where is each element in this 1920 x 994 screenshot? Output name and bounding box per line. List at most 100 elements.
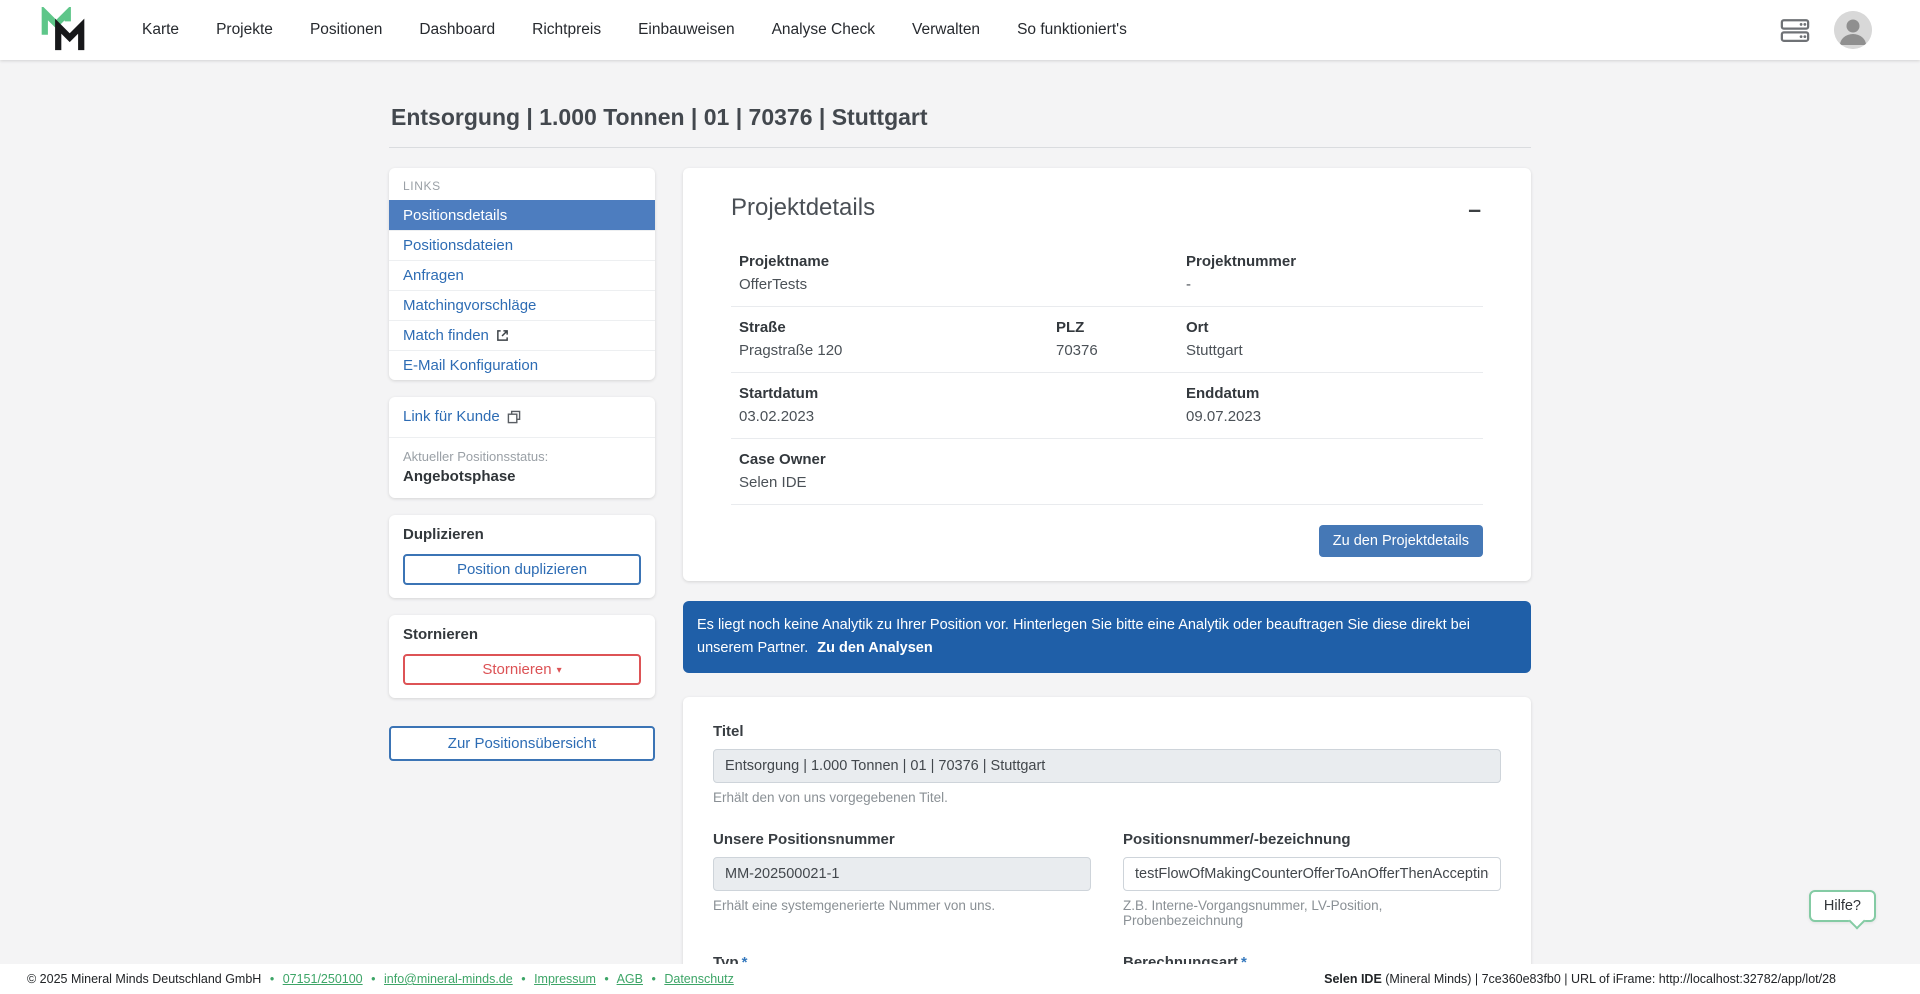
links-card-header: LINKS — [403, 179, 441, 193]
berechnungsart-label-text: Berechnungsart — [1123, 954, 1239, 964]
sidebar-item-label: Positionsdetails — [403, 207, 508, 224]
zu-den-analysen-link[interactable]: Zu den Analysen — [817, 640, 932, 656]
field-projektnummer: Projektnummer - — [1186, 253, 1475, 293]
analytics-alert-banner: Es liegt noch keine Analytik zu Ihrer Po… — [683, 601, 1531, 674]
position-duplizieren-button[interactable]: Position duplizieren — [403, 554, 641, 585]
field-value: 03.02.2023 — [739, 408, 815, 425]
sidebar-item-match-finden[interactable]: Match finden — [389, 320, 655, 350]
nav-right-actions — [1780, 11, 1872, 49]
typ-field-group: Typ* Entsorgung ▼ Wählen Sie hier die Ar… — [713, 954, 1091, 964]
nav-item-positionen[interactable]: Positionen — [310, 21, 382, 39]
zur-positionsuebersicht-button[interactable]: Zur Positionsübersicht — [389, 726, 655, 761]
nav-item-analyse-check[interactable]: Analyse Check — [772, 21, 875, 39]
field-label: PLZ — [1056, 319, 1085, 336]
sidebar-item-positionsdateien[interactable]: Positionsdateien — [389, 230, 655, 260]
page-content: Entsorgung | 1.000 Tonnen | 01 | 70376 |… — [0, 60, 1920, 964]
sidebar-links-card: LINKS Positionsdetails Positionsdateien … — [389, 168, 655, 380]
chevron-down-icon: ▾ — [556, 665, 562, 676]
sidebar-item-label: E-Mail Konfiguration — [403, 357, 539, 374]
field-value: OfferTests — [739, 276, 808, 293]
field-value: - — [1186, 276, 1191, 293]
field-value: Stuttgart — [1186, 342, 1243, 359]
stornieren-dropdown-button[interactable]: Stornieren ▾ — [403, 654, 641, 685]
main-nav-links: Karte Projekte Positionen Dashboard Rich… — [142, 21, 1127, 39]
customer-link-label: Link für Kunde — [403, 408, 500, 425]
position-form-card: Titel Erhält den von uns vorgegebenen Ti… — [683, 697, 1531, 964]
unsere-positionsnummer-field-group: Unsere Positionsnummer Erhält eine syste… — [713, 831, 1091, 928]
nav-item-einbauweisen[interactable]: Einbauweisen — [638, 21, 735, 39]
alert-message: Es liegt noch keine Analytik zu Ihrer Po… — [697, 617, 1470, 657]
positionsbezeichnung-field-group: Positionsnummer/-bezeichnung Z.B. Intern… — [1123, 831, 1501, 928]
footer-separator: • — [651, 972, 656, 986]
field-enddatum: Enddatum 09.07.2023 — [1186, 385, 1475, 425]
sidebar-item-positionsdetails[interactable]: Positionsdetails — [389, 200, 655, 230]
berechnungsart-label: Berechnungsart * — [1123, 954, 1501, 964]
footer-link-phone[interactable]: 07151/250100 — [283, 972, 363, 986]
field-label: Projektnummer — [1186, 253, 1297, 270]
cancel-card: Stornieren Stornieren ▾ — [389, 615, 655, 698]
titel-helper-text: Erhält den von uns vorgegebenen Titel. — [713, 790, 948, 806]
main-column: Projektdetails – Projektname OfferTests … — [683, 168, 1531, 964]
footer-separator: • — [371, 972, 376, 986]
mineral-minds-logo-icon[interactable] — [40, 7, 86, 53]
positionsbezeichnung-label: Positionsnummer/-bezeichnung — [1123, 831, 1351, 849]
footer-link-agb[interactable]: AGB — [617, 972, 643, 986]
position-status-label: Aktueller Positionsstatus: — [403, 449, 549, 464]
server-stack-icon[interactable] — [1780, 17, 1810, 44]
required-asterisk: * — [741, 954, 748, 964]
sidebar-item-anfragen[interactable]: Anfragen — [389, 260, 655, 290]
sidebar-item-email-konfiguration[interactable]: E-Mail Konfiguration — [389, 350, 655, 380]
nav-item-verwalten[interactable]: Verwalten — [912, 21, 980, 39]
sidebar-item-label: Positionsdateien — [403, 237, 514, 254]
unsere-positionsnummer-input — [713, 857, 1091, 892]
table-row: Startdatum 03.02.2023 Enddatum 09.07.202… — [731, 373, 1483, 439]
field-label: Enddatum — [1186, 385, 1260, 402]
field-label: Straße — [739, 319, 786, 336]
berechnungsart-field-group: Berechnungsart* Preisoptimierung ▼ Wähle… — [1123, 954, 1501, 964]
positionsbezeichnung-input[interactable] — [1123, 857, 1501, 892]
nav-item-projekte[interactable]: Projekte — [216, 21, 273, 39]
sidebar-item-matchingvorschlaege[interactable]: Matchingvorschläge — [389, 290, 655, 320]
footer-left: © 2025 Mineral Minds Deutschland GmbH • … — [27, 972, 734, 986]
titel-input — [713, 749, 1501, 784]
collapse-icon[interactable]: – — [1466, 194, 1483, 225]
hilfe-button[interactable]: Hilfe? — [1808, 890, 1876, 922]
positionsbezeichnung-helper-text: Z.B. Interne-Vorgangsnummer, LV-Position… — [1123, 898, 1383, 929]
session-details: (Mineral Minds) | 7ce360e83fb0 | URL of … — [1381, 972, 1836, 986]
nav-item-karte[interactable]: Karte — [142, 21, 179, 39]
field-label: Case Owner — [739, 451, 826, 468]
field-value: 09.07.2023 — [1186, 408, 1262, 425]
table-row: Case Owner Selen IDE — [731, 439, 1483, 505]
page-title: Entsorgung | 1.000 Tonnen | 01 | 70376 |… — [389, 60, 1531, 148]
footer-link-datenschutz[interactable]: Datenschutz — [664, 972, 733, 986]
customer-link-card: Link für Kunde Aktueller Positionsstatus… — [389, 397, 655, 498]
field-case-owner: Case Owner Selen IDE — [739, 451, 1186, 491]
duplicate-heading: Duplizieren — [403, 526, 484, 543]
footer-link-email[interactable]: info@mineral-minds.de — [384, 972, 513, 986]
footer-separator: • — [521, 972, 526, 986]
field-value: Selen IDE — [739, 474, 807, 491]
duplicate-card: Duplizieren Position duplizieren — [389, 515, 655, 598]
nav-item-so-funktionierts[interactable]: So funktioniert's — [1017, 21, 1127, 39]
user-avatar-icon[interactable] — [1834, 11, 1872, 49]
titel-label: Titel — [713, 723, 744, 741]
position-status-value: Angebotsphase — [403, 468, 516, 485]
footer: © 2025 Mineral Minds Deutschland GmbH • … — [0, 964, 1920, 994]
table-row: Projektname OfferTests Projektnummer - — [731, 241, 1483, 307]
field-label: Projektname — [739, 253, 830, 270]
session-user: Selen IDE — [1324, 972, 1382, 986]
required-asterisk: * — [1241, 954, 1247, 964]
footer-session-info: Selen IDE (Mineral Minds) | 7ce360e83fb0… — [1324, 972, 1836, 986]
link-fuer-kunde-link[interactable]: Link für Kunde — [403, 408, 521, 425]
field-value: Pragstraße 120 — [739, 342, 843, 359]
nav-item-richtpreis[interactable]: Richtpreis — [532, 21, 601, 39]
zu-den-projektdetails-button[interactable]: Zu den Projektdetails — [1318, 525, 1483, 557]
nav-item-dashboard[interactable]: Dashboard — [419, 21, 495, 39]
table-row: Straße Pragstraße 120 PLZ 70376 Ort Stut… — [731, 307, 1483, 373]
field-startdatum: Startdatum 03.02.2023 — [739, 385, 1186, 425]
footer-link-impressum[interactable]: Impressum — [534, 972, 596, 986]
copy-icon — [507, 410, 521, 423]
sidebar-item-label: Match finden — [403, 327, 489, 344]
projektdetails-card: Projektdetails – Projektname OfferTests … — [683, 168, 1531, 581]
footer-separator: • — [269, 972, 275, 986]
